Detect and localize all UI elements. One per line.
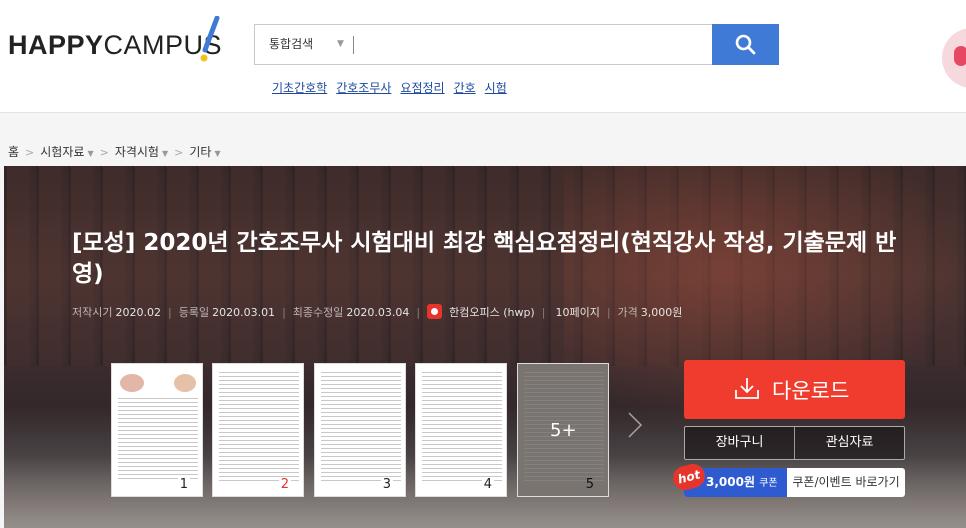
anatomy-figure <box>120 374 144 392</box>
thumbnail-page-number: 5 <box>585 477 594 492</box>
related-keywords: 기초간호학 간호조무사 요점정리 간호 시험 <box>272 79 516 96</box>
breadcrumb-home[interactable]: 홈 <box>8 145 19 159</box>
page-text-lines <box>321 372 401 482</box>
hwp-file-icon <box>427 304 443 319</box>
add-favorite-button[interactable]: 관심자료 <box>795 427 904 459</box>
chevron-right-icon: > <box>174 146 184 159</box>
chevron-down-icon[interactable]: ▼ <box>337 25 344 64</box>
keyword-link[interactable]: 기초간호학 <box>272 81 327 95</box>
price: 3,000원 <box>640 306 683 319</box>
breadcrumb-item[interactable]: 시험자료 <box>40 145 84 159</box>
meta-divider: | <box>416 306 421 319</box>
search-icon <box>735 34 756 55</box>
price-label: 가격 <box>617 306 638 319</box>
chevron-right-icon: > <box>25 146 35 159</box>
coupon-unit: 쿠폰 <box>759 478 778 489</box>
modified-date-label: 최종수정일 <box>292 306 344 319</box>
site-header: HAPPYCAMPUS 통합검색 ▼ 기초간호학 간호조무사 요점정리 간호 시험 <box>0 0 966 113</box>
keyword-link[interactable]: 요점정리 <box>400 81 444 95</box>
preview-thumbnail[interactable]: 2 <box>212 363 304 497</box>
preview-thumbnail-more[interactable]: 5+ 5 <box>517 363 609 497</box>
page-text-lines <box>422 372 502 482</box>
thumbnail-page-number: 4 <box>481 477 494 492</box>
download-button[interactable]: 다운로드 <box>684 360 905 419</box>
chevron-right-icon: > <box>99 146 109 159</box>
search-scope-select[interactable]: 통합검색 <box>269 25 313 64</box>
avatar[interactable] <box>942 28 966 88</box>
modified-date: 2020.03.04 <box>346 306 410 319</box>
chevron-right-icon[interactable] <box>624 410 646 440</box>
download-label: 다운로드 <box>772 380 850 403</box>
keyword-link[interactable]: 간호조무사 <box>336 81 391 95</box>
breadcrumb: 홈 > 시험자료 ▼ > 자격시험 ▼ > 기타 ▼ <box>8 143 221 160</box>
page-text-lines <box>118 398 198 482</box>
more-pages-label: 5+ <box>550 420 577 441</box>
coupon-event-link[interactable]: 쿠폰/이벤트 바로가기 <box>787 468 905 497</box>
meta-divider: | <box>167 306 172 319</box>
keyword-link[interactable]: 간호 <box>454 81 476 95</box>
anatomy-figure <box>174 374 196 392</box>
breadcrumb-item[interactable]: 기타 <box>189 145 211 159</box>
preview-thumbnail[interactable]: 1 <box>111 363 203 497</box>
written-date: 2020.02 <box>115 306 161 319</box>
written-date-label: 저작시기 <box>72 306 113 319</box>
add-to-cart-button[interactable]: 장바구니 <box>685 427 795 459</box>
chevron-down-icon[interactable]: ▼ <box>87 149 93 158</box>
breadcrumb-item[interactable]: 자격시험 <box>115 145 159 159</box>
page-text-lines <box>219 372 299 482</box>
meta-divider: | <box>606 306 611 319</box>
thumbnail-page-number: 2 <box>278 477 291 492</box>
happycampus-logo[interactable]: HAPPYCAMPUS <box>8 30 222 61</box>
chevron-down-icon[interactable]: ▼ <box>162 149 168 158</box>
search-button[interactable] <box>712 24 779 65</box>
thumbnail-page-number: 3 <box>380 477 393 492</box>
meta-divider: | <box>541 306 546 319</box>
coupon-banner[interactable]: 3,000원 쿠폰 쿠폰/이벤트 바로가기 <box>684 468 905 497</box>
preview-thumbnail[interactable]: 3 <box>314 363 406 497</box>
chevron-down-icon[interactable]: ▼ <box>214 149 220 158</box>
keyword-link[interactable]: 시험 <box>485 81 507 95</box>
file-format: 한컴오피스 (hwp) <box>449 306 535 319</box>
logo-exclamation-mark <box>200 16 220 62</box>
page-count: 10페이지 <box>555 306 600 319</box>
coupon-amount: 3,000원 <box>706 475 755 489</box>
preview-thumbnail[interactable]: 4 <box>415 363 507 497</box>
search-input[interactable] <box>357 27 707 62</box>
registered-date: 2020.03.01 <box>212 306 276 319</box>
download-icon <box>735 378 759 399</box>
search-divider <box>353 36 354 54</box>
thumbnail-page-number: 1 <box>177 477 190 492</box>
meta-divider: | <box>282 306 286 319</box>
search-box: 통합검색 ▼ <box>254 24 779 65</box>
secondary-actions: 장바구니 관심자료 <box>684 426 905 460</box>
document-meta: 저작시기 2020.02 | 등록일 2020.03.01 | 최종수정일 2020.03.0… <box>72 304 682 320</box>
document-title: [모성] 2020년 간호조무사 시험대비 최강 핵심요점정리(현직강사 작성,… <box>72 230 897 287</box>
registered-date-label: 등록일 <box>178 306 210 319</box>
